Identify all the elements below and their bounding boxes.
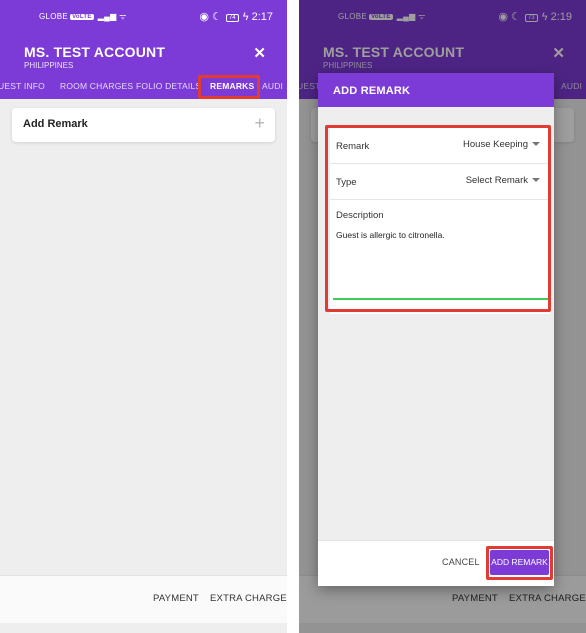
remark-form: Remark House Keeping Type Select Remark … xyxy=(330,128,550,314)
add-remark-label: Add Remark xyxy=(23,118,88,130)
tab-bar: UEST INFO ROOM CHARGES FOLIO DETAILS REM… xyxy=(0,76,287,99)
caret-down-icon xyxy=(532,178,540,182)
tab-audit[interactable]: AUDI xyxy=(262,81,283,91)
charging-icon: ϟ xyxy=(242,11,249,23)
remark-label: Remark xyxy=(336,141,370,152)
remark-select[interactable]: House Keeping xyxy=(463,139,540,150)
dialog-title: ADD REMARK xyxy=(333,85,411,97)
close-icon[interactable]: ✕ xyxy=(253,44,266,62)
add-remark-button[interactable]: ADD REMARK xyxy=(490,550,549,575)
type-select[interactable]: Select Remark xyxy=(466,175,540,186)
status-bar: GLOBE VoLTE ▂▄▆ ᯤ ◉ ☾ 74 ϟ 2:17 xyxy=(0,0,287,34)
dialog-footer: CANCEL ADD REMARK xyxy=(318,540,554,586)
signal-icon: ▂▄▆ ᯤ xyxy=(97,12,127,21)
account-subtitle: PHILIPPINES xyxy=(24,61,74,70)
dialog-body: Remark House Keeping Type Select Remark … xyxy=(318,107,554,540)
moon-icon: ☾ xyxy=(212,11,222,23)
active-tab-indicator xyxy=(206,97,256,99)
volte-badge: VoLTE xyxy=(70,14,94,20)
tab-guest-info[interactable]: UEST INFO xyxy=(0,81,45,91)
tab-room-charges[interactable]: ROOM CHARGES xyxy=(60,81,133,91)
dialog-header: ADD REMARK xyxy=(318,73,554,107)
status-right: ◉ ☾ 74 ϟ 2:17 xyxy=(199,10,273,23)
tab-remarks[interactable]: REMARKS xyxy=(210,81,254,91)
app-header: MS. TEST ACCOUNT PHILIPPINES ✕ UEST INFO… xyxy=(0,34,287,99)
caret-down-icon xyxy=(532,142,540,146)
type-label: Type xyxy=(336,177,357,188)
eye-icon: ◉ xyxy=(199,11,209,23)
description-underline xyxy=(333,298,550,300)
cancel-button[interactable]: CANCEL xyxy=(442,557,480,567)
tab-folio-details[interactable]: FOLIO DETAILS xyxy=(136,81,201,91)
carrier-name: GLOBE xyxy=(39,12,69,21)
bottom-action-bar: PAYMENT EXTRA CHARGE xyxy=(0,575,287,623)
battery-icon: 74 xyxy=(225,14,239,22)
extra-charge-button[interactable]: EXTRA CHARGE xyxy=(210,593,287,604)
add-remark-row[interactable]: Add Remark + xyxy=(12,108,275,142)
plus-icon[interactable]: + xyxy=(254,113,265,134)
right-screen: GLOBE VoLTE ▂▄▆ ᯤ ◉ ☾ 73 ϟ 2:19 MS. TEST A… xyxy=(299,0,586,633)
description-label: Description xyxy=(336,210,384,221)
type-select-row[interactable]: Type Select Remark xyxy=(330,164,550,200)
payment-button[interactable]: PAYMENT xyxy=(153,593,199,604)
screen-gap xyxy=(287,0,299,633)
account-title: MS. TEST ACCOUNT xyxy=(24,44,166,60)
left-screen: GLOBE VoLTE ▂▄▆ ᯤ ◉ ☾ 74 ϟ 2:17 MS. TEST A… xyxy=(0,0,287,633)
description-input[interactable]: Guest is allergic to citronella. xyxy=(336,230,445,240)
remark-select-row[interactable]: Remark House Keeping xyxy=(330,128,550,164)
type-value: Select Remark xyxy=(465,175,528,186)
remark-value: House Keeping xyxy=(463,139,528,150)
carrier: GLOBE VoLTE ▂▄▆ ᯤ xyxy=(39,11,127,22)
clock: 2:17 xyxy=(251,11,273,23)
add-remark-dialog: ADD REMARK Remark House Keeping Type Sel… xyxy=(318,73,554,586)
